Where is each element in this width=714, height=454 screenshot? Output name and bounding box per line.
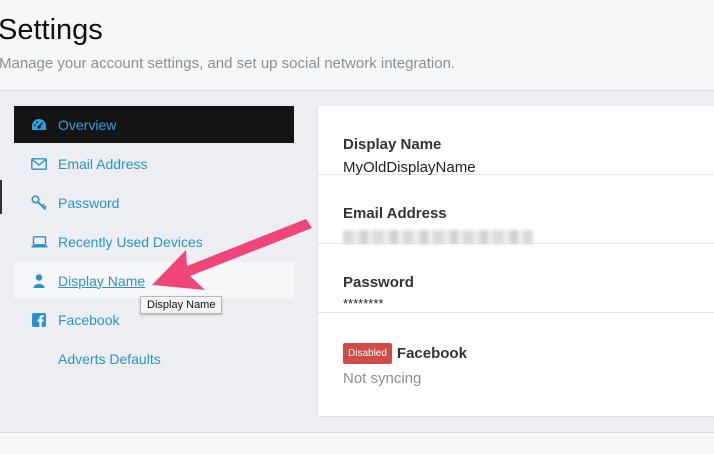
page-title: Settings [0, 14, 103, 46]
user-icon [30, 273, 48, 289]
laptop-icon [30, 234, 48, 250]
sidebar-item-display-name[interactable]: Display Name [14, 262, 294, 299]
page-header: Settings Manage your account settings, a… [0, 0, 714, 91]
display-name-row: Display Name MyOldDisplayName [318, 106, 714, 176]
settings-sidebar: Overview Email Address Password Recently… [14, 106, 294, 379]
facebook-icon [30, 312, 48, 328]
left-edge-marker [0, 180, 2, 214]
sidebar-item-label: Adverts Defaults [58, 350, 161, 367]
sidebar-item-label: Email Address [58, 155, 148, 172]
dashboard-icon [30, 117, 48, 133]
sidebar-item-label: Password [58, 194, 120, 211]
display-name-label: Display Name [343, 136, 442, 153]
email-address-row: Email Address [318, 175, 714, 244]
sidebar-item-label: Overview [58, 116, 117, 133]
sidebar-item-email-address[interactable]: Email Address [14, 145, 294, 182]
password-label: Password [343, 274, 414, 291]
sidebar-item-recently-used-devices[interactable]: Recently Used Devices [14, 223, 294, 260]
display-name-value: MyOldDisplayName [343, 159, 476, 176]
facebook-row: Disabled Facebook Not syncing [318, 313, 714, 387]
facebook-status: Not syncing [343, 370, 422, 387]
facebook-heading: Disabled Facebook [343, 343, 714, 364]
email-address-label: Email Address [343, 205, 447, 222]
sidebar-item-password[interactable]: Password [14, 184, 294, 221]
sidebar-item-label: Recently Used Devices [58, 233, 203, 250]
envelope-icon [30, 156, 48, 172]
sidebar-item-label: Display Name [58, 272, 146, 289]
status-badge: Disabled [343, 343, 392, 364]
account-details-panel: Display Name MyOldDisplayName Email Addr… [317, 106, 714, 417]
display-name-tooltip: Display Name [140, 296, 223, 314]
key-icon [30, 194, 48, 211]
sidebar-item-overview[interactable]: Overview [14, 106, 294, 143]
facebook-label: Facebook [396, 345, 467, 362]
password-value: ******** [343, 296, 384, 311]
page-subtitle: Manage your account settings, and set up… [0, 55, 456, 72]
sidebar-item-label: Facebook [58, 311, 120, 328]
email-address-redacted [343, 230, 533, 244]
sidebar-item-adverts-defaults[interactable]: Adverts Defaults [14, 340, 294, 377]
password-row: Password ******** [318, 244, 714, 313]
page-footer [0, 432, 714, 454]
